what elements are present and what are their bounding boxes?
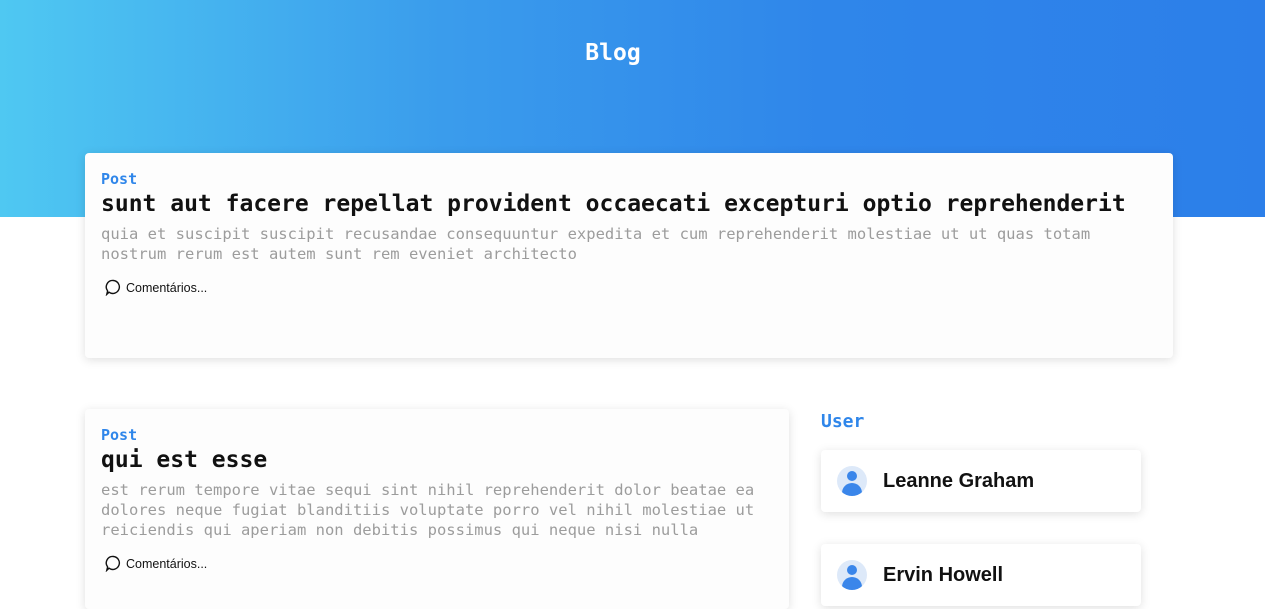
user-card[interactable]: Leanne Graham xyxy=(821,450,1141,512)
user-card[interactable]: Ervin Howell xyxy=(821,544,1141,606)
speech-bubble-icon xyxy=(105,279,121,296)
speech-bubble-icon xyxy=(105,555,121,572)
user-name: Ervin Howell xyxy=(883,563,1004,586)
post-card-featured[interactable]: Post sunt aut facere repellat provident … xyxy=(85,153,1173,358)
post-body: est rerum tempore vitae sequi sint nihil… xyxy=(101,481,755,539)
post-title[interactable]: qui est esse xyxy=(101,445,773,476)
user-avatar-icon xyxy=(837,466,867,496)
comments-label: Comentários... xyxy=(126,280,208,295)
post-title[interactable]: sunt aut facere repellat provident occae… xyxy=(101,189,1157,220)
user-name: Leanne Graham xyxy=(883,469,1035,492)
comments-link[interactable]: Comentários... xyxy=(105,555,773,572)
post-label: Post xyxy=(101,426,138,444)
user-avatar-icon xyxy=(837,560,867,590)
post-label: Post xyxy=(101,170,138,188)
post-body: quia et suscipit suscipit recusandae con… xyxy=(101,225,1091,263)
comments-label: Comentários... xyxy=(126,556,208,571)
page-title: Blog xyxy=(585,40,641,66)
comments-link[interactable]: Comentários... xyxy=(105,279,1157,296)
post-card[interactable]: Post qui est esse est rerum tempore vita… xyxy=(85,409,789,609)
users-heading: User xyxy=(821,411,865,432)
